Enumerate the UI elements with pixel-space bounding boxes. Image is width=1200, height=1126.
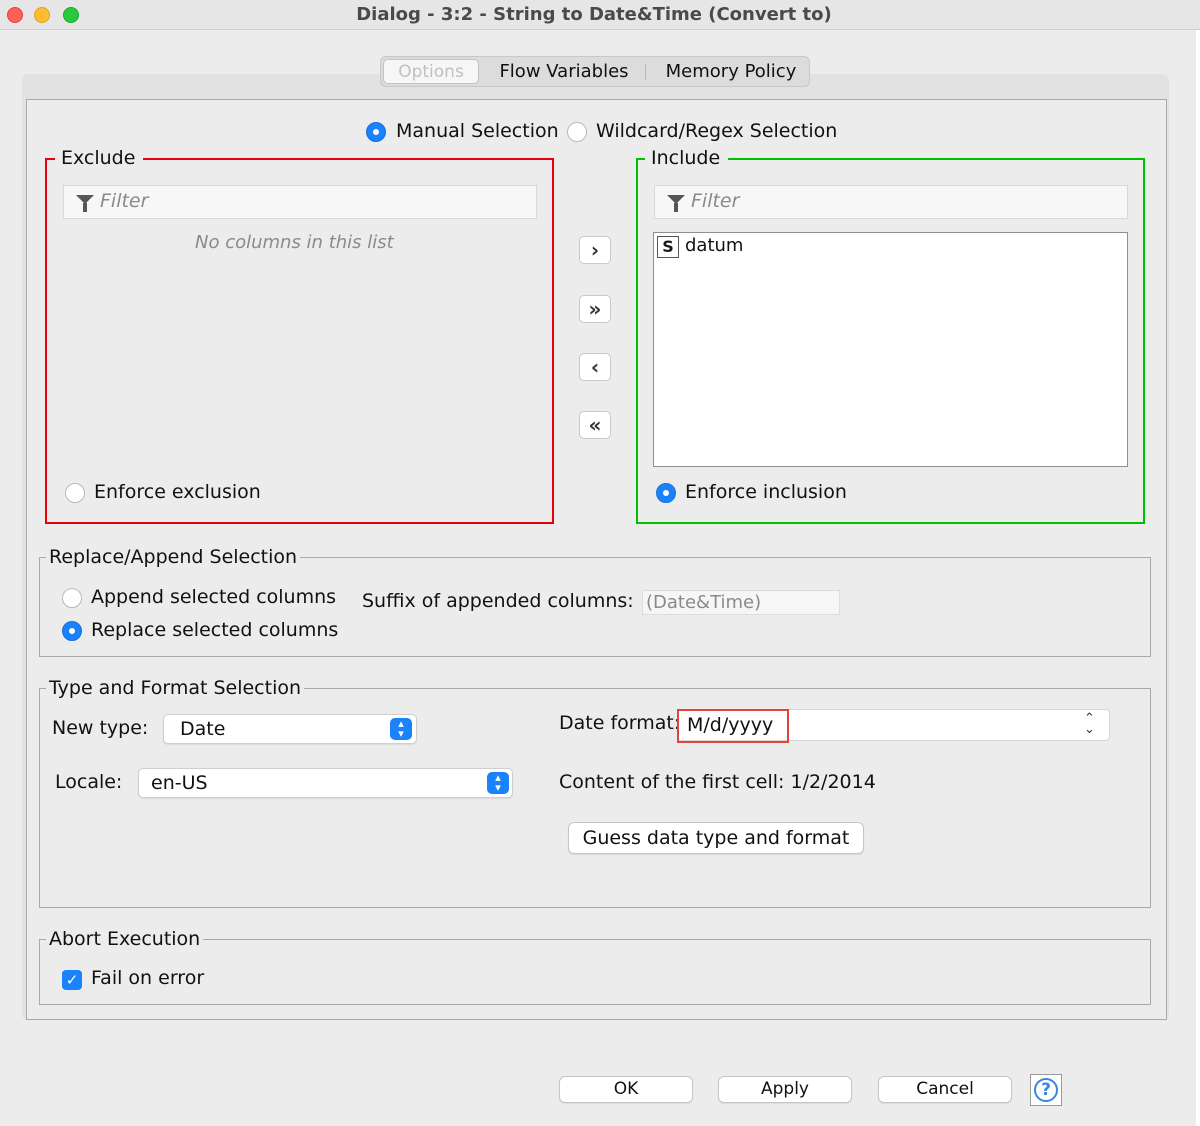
enforce-exclusion-label: Enforce exclusion bbox=[94, 481, 261, 503]
type-format-title: Type and Format Selection bbox=[46, 677, 305, 699]
suffix-input[interactable]: (Date&Time) bbox=[642, 590, 840, 615]
exclude-empty-text: No columns in this list bbox=[195, 232, 394, 253]
background-window-edge bbox=[1196, 30, 1200, 1126]
abort-execution-title: Abort Execution bbox=[46, 928, 204, 950]
suffix-label: Suffix of appended columns: bbox=[362, 590, 634, 612]
select-stepper-icon: ▴ ▾ bbox=[487, 772, 509, 794]
tab-separator bbox=[645, 64, 646, 80]
enforce-exclusion-radio[interactable] bbox=[65, 483, 85, 503]
abort-execution-group bbox=[39, 939, 1151, 1005]
ok-button[interactable]: OK bbox=[559, 1076, 693, 1103]
enforce-inclusion-radio[interactable] bbox=[656, 483, 676, 503]
guess-format-button[interactable]: Guess data type and format bbox=[568, 822, 864, 854]
wildcard-selection-label: Wildcard/Regex Selection bbox=[596, 120, 838, 142]
add-button[interactable]: › bbox=[579, 236, 611, 264]
date-format-label: Date format: bbox=[559, 712, 681, 734]
locale-label: Locale: bbox=[55, 771, 123, 793]
new-type-label: New type: bbox=[52, 717, 149, 739]
manual-selection-label: Manual Selection bbox=[396, 120, 559, 142]
fail-on-error-checkbox[interactable]: ✓ bbox=[62, 970, 82, 990]
remove-button[interactable]: ‹ bbox=[579, 353, 611, 381]
append-columns-radio[interactable] bbox=[62, 588, 82, 608]
exclude-filter-placeholder: Filter bbox=[100, 190, 149, 212]
include-filter-placeholder: Filter bbox=[691, 190, 740, 212]
help-icon: ? bbox=[1034, 1078, 1058, 1102]
tab-options[interactable]: Options bbox=[383, 59, 479, 84]
select-stepper-icon: ▴ ▾ bbox=[390, 718, 412, 740]
chevron-updown-icon: ⌃ ⌄ bbox=[1084, 711, 1095, 737]
filter-icon bbox=[667, 195, 685, 212]
apply-button[interactable]: Apply bbox=[718, 1076, 852, 1103]
include-filter-input[interactable]: Filter bbox=[654, 185, 1128, 219]
fail-on-error-label: Fail on error bbox=[91, 967, 205, 989]
append-columns-label: Append selected columns bbox=[91, 586, 337, 608]
wildcard-selection-radio[interactable] bbox=[567, 122, 587, 142]
enforce-inclusion-label: Enforce inclusion bbox=[685, 481, 847, 503]
date-format-input[interactable]: M/d/yyyy bbox=[677, 709, 789, 743]
replace-columns-label: Replace selected columns bbox=[91, 619, 339, 641]
include-title: Include bbox=[645, 147, 729, 169]
replace-columns-radio[interactable] bbox=[62, 621, 82, 641]
locale-value: en-US bbox=[151, 772, 208, 794]
manual-selection-radio[interactable] bbox=[366, 122, 386, 142]
cancel-button[interactable]: Cancel bbox=[878, 1076, 1012, 1103]
add-all-button[interactable]: » bbox=[579, 295, 611, 323]
exclude-filter-input[interactable]: Filter bbox=[63, 185, 537, 219]
exclude-title: Exclude bbox=[55, 147, 144, 169]
tab-memory-policy[interactable]: Memory Policy bbox=[653, 57, 809, 86]
locale-select[interactable]: en-US ▴ ▾ bbox=[138, 768, 513, 798]
replace-append-title: Replace/Append Selection bbox=[46, 546, 301, 568]
window-title: Dialog - 3:2 - String to Date&Time (Conv… bbox=[356, 4, 832, 25]
help-button[interactable]: ? bbox=[1030, 1074, 1062, 1106]
first-cell-content: Content of the first cell: 1/2/2014 bbox=[559, 771, 876, 793]
new-type-select[interactable]: Date ▴ ▾ bbox=[163, 714, 417, 744]
new-type-value: Date bbox=[180, 718, 226, 740]
filter-icon bbox=[76, 195, 94, 212]
remove-all-button[interactable]: « bbox=[579, 411, 611, 439]
string-type-icon: S bbox=[657, 236, 679, 258]
list-item[interactable]: datum bbox=[685, 235, 743, 256]
tab-bar: Options Flow Variables Memory Policy bbox=[380, 56, 810, 87]
include-column-list[interactable]: S datum bbox=[653, 232, 1128, 467]
tab-flow-variables[interactable]: Flow Variables bbox=[489, 57, 639, 86]
